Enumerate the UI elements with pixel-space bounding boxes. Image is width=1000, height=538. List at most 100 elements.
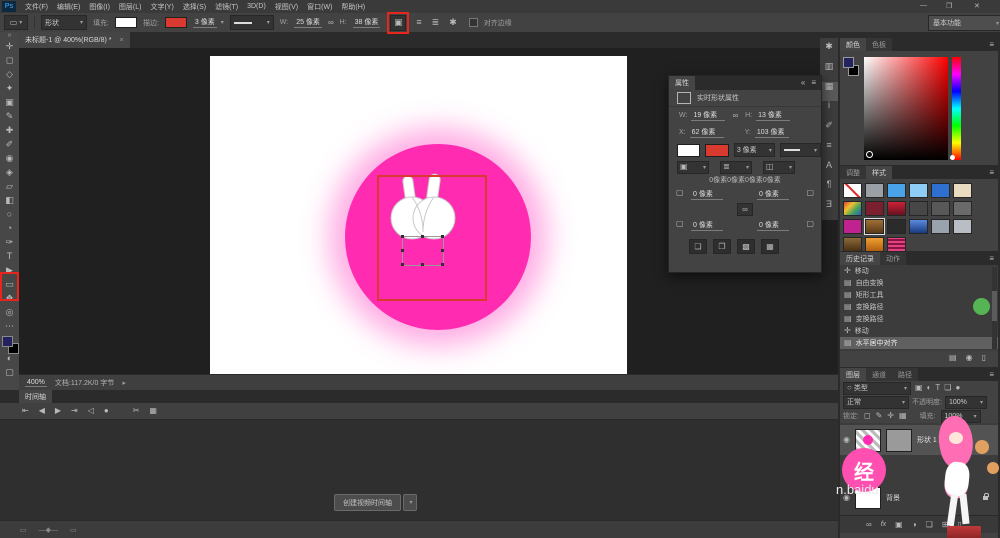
hue-slider-marker[interactable] [950,155,955,160]
geometry-options-icon[interactable]: ✱ [449,18,457,27]
history-brush-tool[interactable]: ◈ [6,168,13,182]
prev-frame-icon[interactable]: ◀ [39,407,45,415]
corner-radius-field[interactable]: 0 像素 [691,220,723,231]
color-field[interactable] [864,57,948,160]
adjustments-icon[interactable]: ✱ [825,38,833,62]
style-swatch[interactable] [931,183,950,198]
style-swatch[interactable] [909,201,928,216]
shape-stroke-type-dropdown[interactable]: ▾ [780,143,821,157]
stroke-align-dropdown[interactable]: ▣▾ [677,161,709,174]
transition-icon[interactable]: ▦ [149,407,157,415]
style-swatch[interactable] [887,201,906,216]
anchor-point[interactable] [401,263,404,266]
audio-icon[interactable]: ◁ [88,407,94,415]
vector-mask-thumbnail[interactable] [886,429,912,452]
shape-stroke-width-dropdown[interactable]: 3 像素▾ [734,143,775,157]
lock-transparency-icon[interactable]: ◻ [864,412,871,420]
live-shape-path[interactable] [402,236,444,266]
layer-style-icon[interactable]: fx [881,521,886,528]
histogram-icon[interactable]: ▥ [825,62,834,82]
lock-all-icon[interactable]: ▦ [899,412,907,420]
width-field[interactable]: 25 像素 [294,17,322,28]
anchor-point[interactable] [421,263,424,266]
path-alignment-icon[interactable]: ≡ [416,18,421,27]
loop-icon[interactable]: ● [104,407,109,415]
close-button[interactable]: ✕ [974,2,980,10]
tab-channels[interactable]: 通道 [866,368,892,381]
type-tool[interactable]: T [7,252,13,266]
corner-checkbox-icon[interactable]: ▢ [806,220,814,228]
layer-filter-dropdown[interactable]: ○ 类型 ▾ [843,382,911,395]
menu-image[interactable]: 图像(I) [89,2,110,12]
foreground-color-swatch[interactable] [2,336,13,347]
filter-pixel-icon[interactable]: ▣ [915,384,923,392]
style-swatch[interactable] [953,183,972,198]
link-dimensions-icon[interactable]: ∞ [732,112,738,120]
shape-stroke-swatch[interactable] [705,144,728,157]
corner-radius-field[interactable]: 0 像素 [691,189,723,200]
gradient-tool[interactable]: ◧ [5,196,14,210]
path-selection-tool[interactable]: ▶ [6,266,13,280]
height-field[interactable]: 38 像素 [353,17,381,28]
tool-mode-dropdown[interactable]: 形状▾ [41,15,87,30]
corner-radius-field[interactable]: 0 像素 [757,189,789,200]
anchor-point[interactable] [441,249,444,252]
style-swatch[interactable] [887,237,906,252]
subtract-shape-icon[interactable]: ❐ [713,239,731,254]
tab-adjustments[interactable]: 调整 [840,166,866,179]
screen-mode-button[interactable]: ▢ [5,368,14,382]
color-fg-bg-widget[interactable] [843,57,861,77]
zoom-level-field[interactable]: 400% [25,379,47,387]
style-swatch[interactable] [865,201,884,216]
document-tab[interactable]: 未标题-1 @ 400%(RGB/8) * × [19,32,130,48]
menu-file[interactable]: 文件(F) [25,2,48,12]
zoom-tool[interactable]: ◎ [6,308,14,322]
hand-tool[interactable]: ❖ [5,294,13,308]
menu-view[interactable]: 视图(V) [275,2,298,12]
rotate-view-icon[interactable]: Ǝ [826,200,832,220]
style-swatch[interactable] [843,237,862,252]
link-dimensions-icon[interactable]: ∞ [328,19,334,27]
anchor-point[interactable] [401,235,404,238]
shape-x-field[interactable]: 62 像素 [690,127,724,138]
dodge-tool[interactable]: ◔ [7,224,12,238]
style-swatch[interactable] [909,183,928,198]
style-swatch[interactable] [865,237,884,252]
color-field-marker[interactable] [866,151,873,158]
tab-layers[interactable]: 图层 [840,368,866,381]
tab-color[interactable]: 颜色 [840,38,866,51]
style-swatch-selected[interactable] [865,219,884,234]
rectangle-tool[interactable]: ▭ [5,280,14,294]
more-tools-button[interactable]: ⋯ [5,322,14,336]
healing-brush-tool[interactable]: ✚ [6,126,14,140]
intersect-shape-icon[interactable]: ▩ [737,239,755,254]
timeline-type-dropdown[interactable]: ▾ [403,494,417,511]
stroke-type-dropdown[interactable]: ▾ [230,15,274,30]
anchor-point[interactable] [401,249,404,252]
document-canvas[interactable] [210,56,627,374]
quick-selection-tool[interactable]: ✦ [6,84,14,98]
next-frame-icon[interactable]: ⇥ [71,407,78,415]
shape-height-field[interactable]: 13 像素 [756,110,790,121]
menu-select[interactable]: 选择(S) [183,2,206,12]
move-tool[interactable]: ✛ [6,42,14,56]
menu-edit[interactable]: 编辑(E) [57,2,80,12]
tab-history[interactable]: 历史记录 [840,252,880,265]
status-flyout-icon[interactable]: ▸ [122,379,126,387]
color-swatch-widget[interactable] [2,336,18,354]
menu-layer[interactable]: 图层(L) [119,2,142,12]
workspace-switcher[interactable]: 基本功能▾ [928,15,1000,31]
adjustment-layer-icon[interactable]: ◑ [912,521,917,529]
tab-styles[interactable]: 样式 [866,166,892,179]
corner-checkbox-icon[interactable]: ▢ [676,220,684,228]
timeline-zoom-slider[interactable]: —◆— [39,526,58,534]
style-swatch[interactable] [931,219,950,234]
shape-width-field[interactable]: 19 像素 [691,110,725,121]
fill-swatch[interactable] [115,17,137,28]
crop-tool[interactable]: ▣ [5,98,14,112]
restore-button[interactable]: ❐ [946,2,952,10]
style-swatch[interactable] [953,201,972,216]
style-swatch[interactable] [843,201,862,216]
menu-window[interactable]: 窗口(W) [307,2,332,12]
corner-checkbox-icon[interactable]: ▢ [676,189,684,197]
